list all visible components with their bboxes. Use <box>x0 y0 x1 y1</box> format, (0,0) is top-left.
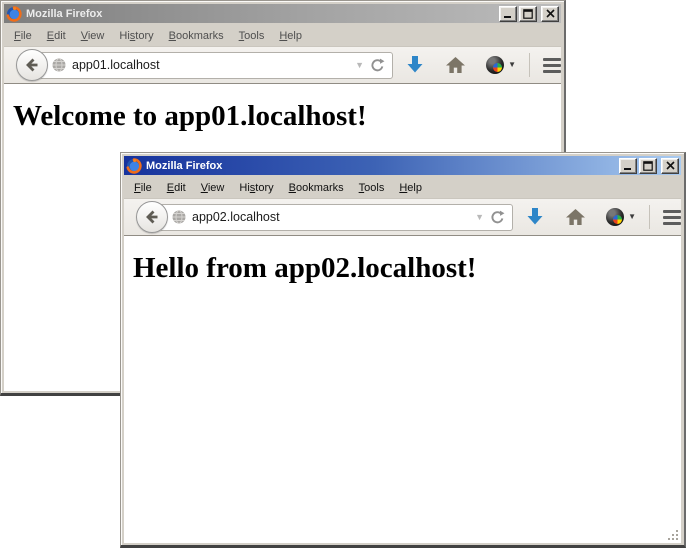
page-content: Hello from app02.localhost! <box>124 236 681 543</box>
downloads-button[interactable] <box>525 207 545 227</box>
menu-tools[interactable]: Tools <box>232 28 272 44</box>
menu-bar: File Edit View History Bookmarks Tools H… <box>124 177 681 198</box>
menu-bar: File Edit View History Bookmarks Tools H… <box>4 25 561 46</box>
toolbar-buttons: ▼ <box>405 53 561 77</box>
navigation-toolbar: ▼ ▼ <box>4 46 561 84</box>
menu-edit[interactable]: Edit <box>40 28 73 44</box>
title-bar[interactable]: Mozilla Firefox <box>124 156 681 175</box>
search-dropdown-icon[interactable]: ▼ <box>508 61 516 69</box>
url-bar[interactable]: ▼ <box>39 52 393 79</box>
back-arrow-icon <box>144 209 160 225</box>
reload-icon[interactable] <box>370 58 385 73</box>
resize-grip[interactable] <box>666 528 680 542</box>
download-arrow-icon <box>525 207 545 227</box>
url-input[interactable] <box>192 210 469 224</box>
maximize-button[interactable] <box>519 6 537 22</box>
toolbar-buttons: ▼ <box>525 205 681 229</box>
minimize-icon <box>503 9 513 19</box>
search-engine-button[interactable]: ▼ <box>606 208 636 226</box>
menu-help[interactable]: Help <box>392 180 429 196</box>
menu-view[interactable]: View <box>74 28 112 44</box>
window-controls <box>499 6 559 22</box>
home-button[interactable] <box>566 209 585 225</box>
menu-hamburger-button[interactable] <box>663 210 681 225</box>
back-button[interactable] <box>136 201 168 233</box>
toolbar-separator <box>649 205 650 229</box>
site-identity-globe-icon[interactable] <box>172 210 186 224</box>
menu-history[interactable]: History <box>232 180 280 196</box>
search-engine-icon <box>486 56 504 74</box>
firefox-logo-icon[interactable] <box>126 158 142 174</box>
menu-view[interactable]: View <box>194 180 232 196</box>
home-icon <box>446 57 465 73</box>
window-title: Mozilla Firefox <box>26 8 495 20</box>
menu-edit[interactable]: Edit <box>160 180 193 196</box>
close-button[interactable] <box>541 6 559 22</box>
menu-tools[interactable]: Tools <box>352 180 392 196</box>
page-heading: Hello from app02.localhost! <box>133 252 681 285</box>
minimize-button[interactable] <box>499 6 517 22</box>
menu-help[interactable]: Help <box>272 28 309 44</box>
menu-history[interactable]: History <box>112 28 160 44</box>
page-heading: Welcome to app01.localhost! <box>13 100 561 133</box>
site-identity-globe-icon[interactable] <box>52 58 66 72</box>
title-bar[interactable]: Mozilla Firefox <box>4 4 561 23</box>
maximize-button[interactable] <box>639 158 657 174</box>
menu-file[interactable]: File <box>127 180 159 196</box>
firefox-logo-icon[interactable] <box>6 6 22 22</box>
close-icon <box>666 161 675 170</box>
urlbar-dropdown-icon[interactable]: ▼ <box>475 213 484 222</box>
search-engine-icon <box>606 208 624 226</box>
menu-bookmarks[interactable]: Bookmarks <box>162 28 231 44</box>
menu-bookmarks[interactable]: Bookmarks <box>282 180 351 196</box>
search-dropdown-icon[interactable]: ▼ <box>628 213 636 221</box>
maximize-icon <box>523 9 533 19</box>
close-button[interactable] <box>661 158 679 174</box>
close-icon <box>546 9 555 18</box>
window-controls <box>619 158 679 174</box>
window-title: Mozilla Firefox <box>146 160 615 172</box>
toolbar-separator <box>529 53 530 77</box>
url-bar[interactable]: ▼ <box>159 204 513 231</box>
url-input[interactable] <box>72 58 349 72</box>
download-arrow-icon <box>405 55 425 75</box>
home-button[interactable] <box>446 57 465 73</box>
browser-window-app02: Mozilla Firefox File Edit View History B… <box>120 152 686 548</box>
minimize-button[interactable] <box>619 158 637 174</box>
back-button[interactable] <box>16 49 48 81</box>
home-icon <box>566 209 585 225</box>
minimize-icon <box>623 161 633 171</box>
menu-file[interactable]: File <box>7 28 39 44</box>
maximize-icon <box>643 161 653 171</box>
urlbar-dropdown-icon[interactable]: ▼ <box>355 61 364 70</box>
reload-icon[interactable] <box>490 210 505 225</box>
navigation-toolbar: ▼ ▼ <box>124 198 681 236</box>
search-engine-button[interactable]: ▼ <box>486 56 516 74</box>
desktop: Mozilla Firefox File Edit View History B… <box>0 0 688 551</box>
menu-hamburger-button[interactable] <box>543 58 561 73</box>
back-arrow-icon <box>24 57 40 73</box>
downloads-button[interactable] <box>405 55 425 75</box>
